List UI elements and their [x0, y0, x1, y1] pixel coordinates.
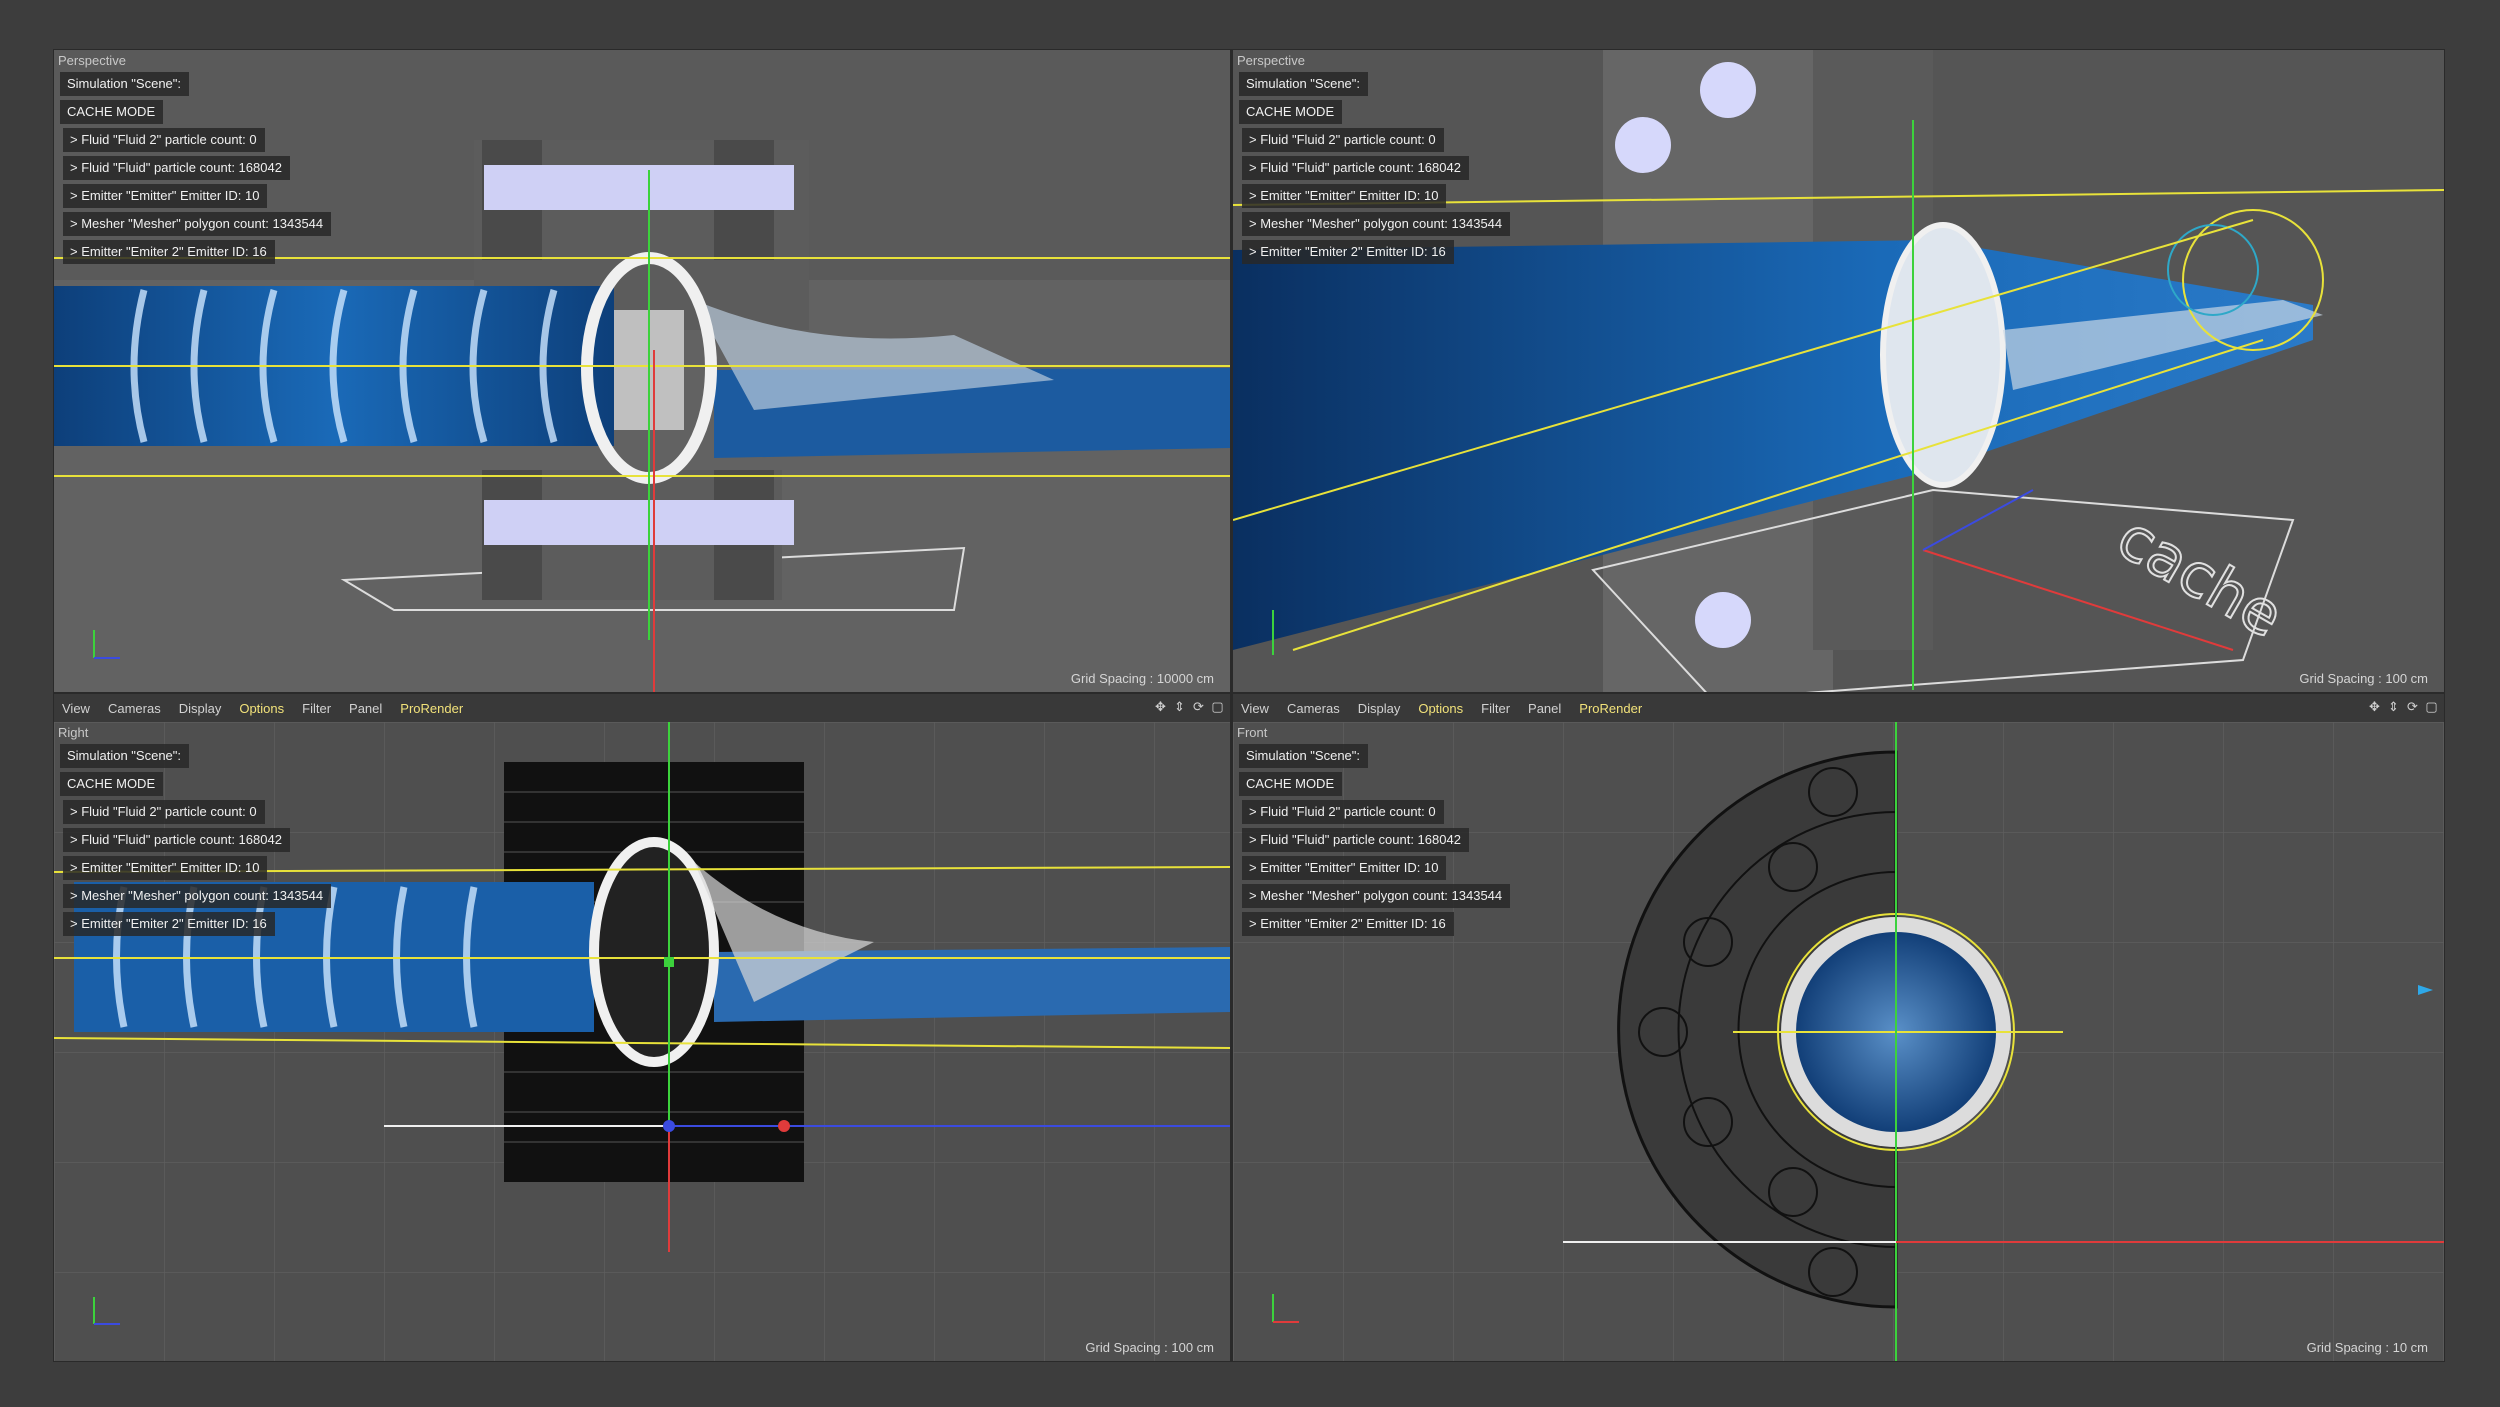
info-line: > Fluid "Fluid 2" particle count: 0 — [63, 800, 265, 824]
info-line: CACHE MODE — [60, 100, 164, 124]
info-line: > Emitter "Emitter" Emitter ID: 10 — [63, 184, 268, 208]
info-line: > Mesher "Mesher" polygon count: 1343544 — [1242, 212, 1511, 236]
viewport-perspective-right[interactable]: cache Perspective Simulation "Scene": CA… — [1233, 50, 2444, 692]
simulation-info-overlay: Simulation "Scene": CACHE MODE > Fluid "… — [1239, 744, 1511, 940]
menu-panel[interactable]: Panel — [1528, 701, 1561, 716]
viewport-right[interactable]: Right Simulation "Scene": CACHE MODE > F… — [54, 722, 1230, 1361]
info-line: > Emitter "Emitter" Emitter ID: 10 — [63, 856, 268, 880]
info-line: > Fluid "Fluid" particle count: 168042 — [63, 156, 290, 180]
move-view-icon[interactable]: ✥ — [2368, 700, 2381, 713]
grid-spacing-label: Grid Spacing : 10 cm — [2306, 1340, 2428, 1355]
viewport-toolbar-right-view: View Cameras Display Options Filter Pane… — [54, 694, 1230, 722]
info-line: > Fluid "Fluid" particle count: 168042 — [63, 828, 290, 852]
info-line: > Mesher "Mesher" polygon count: 1343544 — [63, 884, 332, 908]
viewport-perspective-left[interactable]: Perspective Simulation "Scene": CACHE MO… — [54, 50, 1230, 692]
menu-filter[interactable]: Filter — [302, 701, 331, 716]
grid-spacing-label: Grid Spacing : 100 cm — [1085, 1340, 1214, 1355]
info-line: > Fluid "Fluid" particle count: 168042 — [1242, 156, 1469, 180]
info-line: > Emitter "Emiter 2" Emitter ID: 16 — [1242, 912, 1454, 936]
viewport-title: Perspective — [58, 53, 126, 68]
simulation-info-overlay: Simulation "Scene": CACHE MODE > Fluid "… — [60, 72, 332, 268]
info-line: > Emitter "Emitter" Emitter ID: 10 — [1242, 856, 1447, 880]
rotate-view-icon[interactable]: ⟳ — [2406, 700, 2419, 713]
info-line: > Mesher "Mesher" polygon count: 1343544 — [63, 212, 332, 236]
info-line: > Emitter "Emitter" Emitter ID: 10 — [1242, 184, 1447, 208]
menu-display[interactable]: Display — [1358, 701, 1401, 716]
info-line: > Emitter "Emiter 2" Emitter ID: 16 — [63, 240, 275, 264]
menu-view[interactable]: View — [62, 701, 90, 716]
grid-spacing-label: Grid Spacing : 10000 cm — [1070, 671, 1214, 686]
menu-view[interactable]: View — [1241, 701, 1269, 716]
viewport-layout: Perspective Simulation "Scene": CACHE MO… — [53, 49, 2445, 1362]
move-view-icon[interactable]: ✥ — [1154, 700, 1167, 713]
dolly-view-icon[interactable]: ⇕ — [1173, 700, 1186, 713]
rotate-view-icon[interactable]: ⟳ — [1192, 700, 1205, 713]
info-line: > Fluid "Fluid 2" particle count: 0 — [63, 128, 265, 152]
info-line: > Fluid "Fluid 2" particle count: 0 — [1242, 128, 1444, 152]
simulation-info-overlay: Simulation "Scene": CACHE MODE > Fluid "… — [60, 744, 332, 940]
info-line: CACHE MODE — [1239, 100, 1343, 124]
viewport-toolbar-front-view: View Cameras Display Options Filter Pane… — [1233, 694, 2444, 722]
maximize-view-icon[interactable]: ▢ — [2425, 700, 2438, 713]
menu-options[interactable]: Options — [239, 701, 284, 716]
menu-display[interactable]: Display — [179, 701, 222, 716]
simulation-info-overlay: Simulation "Scene": CACHE MODE > Fluid "… — [1239, 72, 1511, 268]
navigation-tools: ✥ ⇕ ⟳ ▢ — [2368, 700, 2438, 713]
dolly-view-icon[interactable]: ⇕ — [2387, 700, 2400, 713]
info-line: CACHE MODE — [1239, 772, 1343, 796]
info-line: > Mesher "Mesher" polygon count: 1343544 — [1242, 884, 1511, 908]
grid-spacing-label: Grid Spacing : 100 cm — [2299, 671, 2428, 686]
menu-prorender[interactable]: ProRender — [1579, 701, 1642, 716]
info-line: > Emitter "Emiter 2" Emitter ID: 16 — [63, 912, 275, 936]
info-line: CACHE MODE — [60, 772, 164, 796]
menu-filter[interactable]: Filter — [1481, 701, 1510, 716]
info-line: > Emitter "Emiter 2" Emitter ID: 16 — [1242, 240, 1454, 264]
navigation-tools: ✥ ⇕ ⟳ ▢ — [1154, 700, 1224, 713]
viewport-front[interactable]: Front Simulation "Scene": CACHE MODE > F… — [1233, 722, 2444, 1361]
info-line: > Fluid "Fluid 2" particle count: 0 — [1242, 800, 1444, 824]
info-line: Simulation "Scene": — [1239, 744, 1369, 768]
info-line: Simulation "Scene": — [1239, 72, 1369, 96]
viewport-title: Right — [58, 725, 89, 740]
info-line: > Fluid "Fluid" particle count: 168042 — [1242, 828, 1469, 852]
maximize-view-icon[interactable]: ▢ — [1211, 700, 1224, 713]
info-line: Simulation "Scene": — [60, 72, 190, 96]
info-line: Simulation "Scene": — [60, 744, 190, 768]
menu-panel[interactable]: Panel — [349, 701, 382, 716]
menu-cameras[interactable]: Cameras — [108, 701, 161, 716]
menu-prorender[interactable]: ProRender — [400, 701, 463, 716]
menu-cameras[interactable]: Cameras — [1287, 701, 1340, 716]
menu-options[interactable]: Options — [1418, 701, 1463, 716]
viewport-title: Front — [1237, 725, 1268, 740]
viewport-title: Perspective — [1237, 53, 1305, 68]
